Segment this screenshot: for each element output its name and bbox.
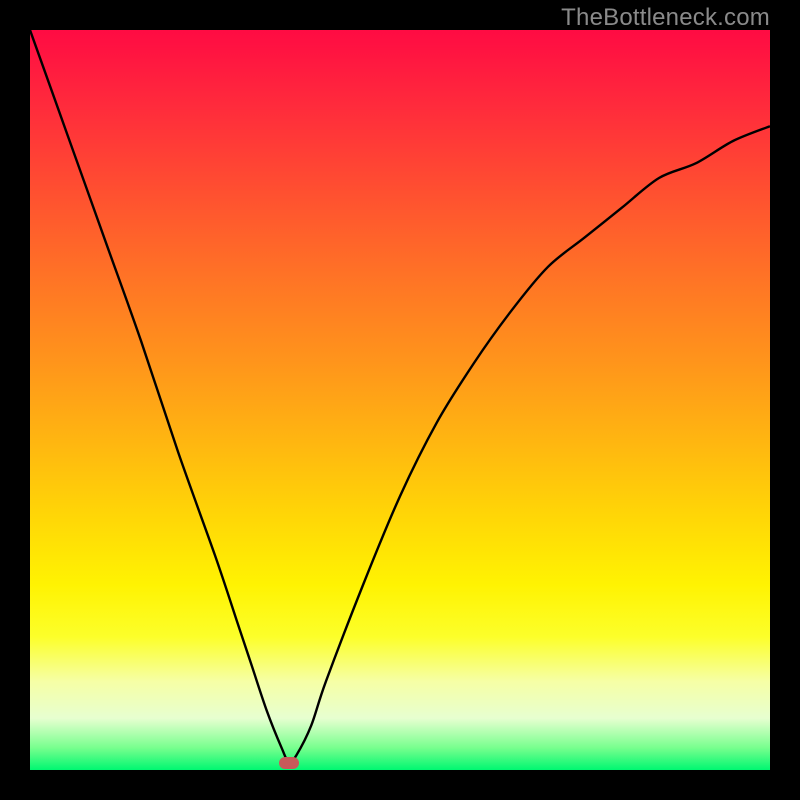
bottleneck-curve xyxy=(30,30,770,770)
watermark-text: TheBottleneck.com xyxy=(561,4,770,32)
plot-area xyxy=(30,30,770,770)
chart-frame: TheBottleneck.com xyxy=(0,0,800,800)
optimal-point-marker xyxy=(279,757,299,769)
curve-path xyxy=(30,30,770,763)
